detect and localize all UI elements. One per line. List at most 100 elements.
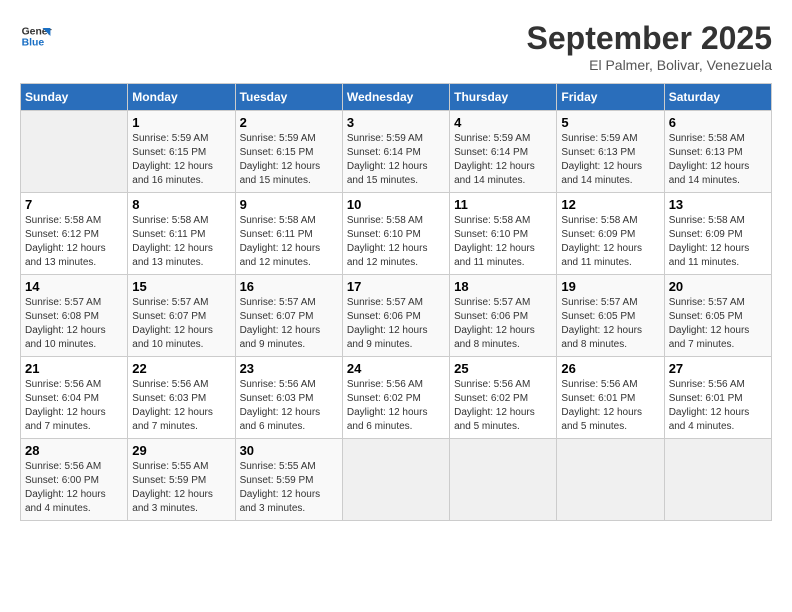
day-info: Sunrise: 5:56 AM Sunset: 6:00 PM Dayligh… <box>25 460 123 516</box>
day-number: 10 <box>347 197 445 212</box>
day-info: Sunrise: 5:58 AM Sunset: 6:10 PM Dayligh… <box>347 214 445 270</box>
day-info: Sunrise: 5:56 AM Sunset: 6:03 PM Dayligh… <box>132 378 230 434</box>
day-info: Sunrise: 5:57 AM Sunset: 6:05 PM Dayligh… <box>669 296 767 352</box>
location-subtitle: El Palmer, Bolivar, Venezuela <box>527 57 772 73</box>
day-info: Sunrise: 5:57 AM Sunset: 6:07 PM Dayligh… <box>132 296 230 352</box>
day-number: 7 <box>25 197 123 212</box>
day-info: Sunrise: 5:58 AM Sunset: 6:10 PM Dayligh… <box>454 214 552 270</box>
day-info: Sunrise: 5:59 AM Sunset: 6:15 PM Dayligh… <box>132 132 230 188</box>
day-info: Sunrise: 5:56 AM Sunset: 6:02 PM Dayligh… <box>454 378 552 434</box>
calendar-cell: 4 Sunrise: 5:59 AM Sunset: 6:14 PM Daylig… <box>450 111 557 193</box>
logo-icon: General Blue <box>20 20 52 52</box>
day-info: Sunrise: 5:59 AM Sunset: 6:15 PM Dayligh… <box>240 132 338 188</box>
calendar-cell: 1 Sunrise: 5:59 AM Sunset: 6:15 PM Daylig… <box>128 111 235 193</box>
day-number: 3 <box>347 115 445 130</box>
calendar-cell: 29Sunrise: 5:55 AM Sunset: 5:59 PM Dayli… <box>128 439 235 521</box>
calendar-cell: 13 Sunrise: 5:58 AM Sunset: 6:09 PM Dayli… <box>664 193 771 275</box>
day-info: Sunrise: 5:56 AM Sunset: 6:03 PM Dayligh… <box>240 378 338 434</box>
day-number: 8 <box>132 197 230 212</box>
day-info: Sunrise: 5:58 AM Sunset: 6:13 PM Dayligh… <box>669 132 767 188</box>
calendar-cell: 18Sunrise: 5:57 AM Sunset: 6:06 PM Dayli… <box>450 275 557 357</box>
day-number: 15 <box>132 279 230 294</box>
day-number: 11 <box>454 197 552 212</box>
day-info: Sunrise: 5:57 AM Sunset: 6:05 PM Dayligh… <box>561 296 659 352</box>
header-thursday: Thursday <box>450 84 557 111</box>
calendar-cell: 2 Sunrise: 5:59 AM Sunset: 6:15 PM Daylig… <box>235 111 342 193</box>
day-info: Sunrise: 5:57 AM Sunset: 6:06 PM Dayligh… <box>347 296 445 352</box>
calendar-cell: 27 Sunrise: 5:56 AM Sunset: 6:01 PM Dayli… <box>664 357 771 439</box>
day-number: 13 <box>669 197 767 212</box>
calendar-cell: 5 Sunrise: 5:59 AM Sunset: 6:13 PM Daylig… <box>557 111 664 193</box>
day-number: 30 <box>240 443 338 458</box>
calendar-cell: 21 Sunrise: 5:56 AM Sunset: 6:04 PM Dayli… <box>21 357 128 439</box>
svg-text:Blue: Blue <box>22 38 45 49</box>
day-info: Sunrise: 5:58 AM Sunset: 6:09 PM Dayligh… <box>669 214 767 270</box>
calendar-cell: 6 Sunrise: 5:58 AM Sunset: 6:13 PM Daylig… <box>664 111 771 193</box>
title-section: September 2025 El Palmer, Bolivar, Venez… <box>527 20 772 73</box>
day-number: 14 <box>25 279 123 294</box>
day-number: 26 <box>561 361 659 376</box>
day-number: 21 <box>25 361 123 376</box>
day-number: 19 <box>561 279 659 294</box>
calendar-cell <box>557 439 664 521</box>
day-number: 24 <box>347 361 445 376</box>
day-number: 1 <box>132 115 230 130</box>
day-info: Sunrise: 5:59 AM Sunset: 6:13 PM Dayligh… <box>561 132 659 188</box>
calendar-cell <box>342 439 449 521</box>
week-row-0: 1 Sunrise: 5:59 AM Sunset: 6:15 PM Daylig… <box>21 111 772 193</box>
day-number: 16 <box>240 279 338 294</box>
calendar-cell: 23 Sunrise: 5:56 AM Sunset: 6:03 PM Dayli… <box>235 357 342 439</box>
day-number: 4 <box>454 115 552 130</box>
calendar-cell: 8 Sunrise: 5:58 AM Sunset: 6:11 PM Daylig… <box>128 193 235 275</box>
header-wednesday: Wednesday <box>342 84 449 111</box>
day-info: Sunrise: 5:58 AM Sunset: 6:11 PM Dayligh… <box>240 214 338 270</box>
header-tuesday: Tuesday <box>235 84 342 111</box>
calendar-cell: 7 Sunrise: 5:58 AM Sunset: 6:12 PM Daylig… <box>21 193 128 275</box>
header-saturday: Saturday <box>664 84 771 111</box>
day-number: 2 <box>240 115 338 130</box>
calendar-cell <box>21 111 128 193</box>
day-info: Sunrise: 5:57 AM Sunset: 6:07 PM Dayligh… <box>240 296 338 352</box>
calendar-cell <box>450 439 557 521</box>
day-number: 17 <box>347 279 445 294</box>
day-number: 22 <box>132 361 230 376</box>
day-info: Sunrise: 5:56 AM Sunset: 6:01 PM Dayligh… <box>669 378 767 434</box>
header-sunday: Sunday <box>21 84 128 111</box>
day-info: Sunrise: 5:56 AM Sunset: 6:04 PM Dayligh… <box>25 378 123 434</box>
day-info: Sunrise: 5:55 AM Sunset: 5:59 PM Dayligh… <box>240 460 338 516</box>
calendar-cell: 11 Sunrise: 5:58 AM Sunset: 6:10 PM Dayli… <box>450 193 557 275</box>
calendar-body: 1 Sunrise: 5:59 AM Sunset: 6:15 PM Daylig… <box>21 111 772 521</box>
calendar-cell: 19 Sunrise: 5:57 AM Sunset: 6:05 PM Dayli… <box>557 275 664 357</box>
day-number: 12 <box>561 197 659 212</box>
calendar-cell: 16 Sunrise: 5:57 AM Sunset: 6:07 PM Dayli… <box>235 275 342 357</box>
month-title: September 2025 <box>527 20 772 57</box>
day-number: 25 <box>454 361 552 376</box>
calendar-cell: 15 Sunrise: 5:57 AM Sunset: 6:07 PM Dayli… <box>128 275 235 357</box>
calendar-cell: 20 Sunrise: 5:57 AM Sunset: 6:05 PM Dayli… <box>664 275 771 357</box>
day-number: 20 <box>669 279 767 294</box>
day-info: Sunrise: 5:59 AM Sunset: 6:14 PM Dayligh… <box>454 132 552 188</box>
week-row-2: 14 Sunrise: 5:57 AM Sunset: 6:08 PM Dayli… <box>21 275 772 357</box>
header-monday: Monday <box>128 84 235 111</box>
calendar-header-row: SundayMondayTuesdayWednesdayThursdayFrid… <box>21 84 772 111</box>
calendar-cell: 17 Sunrise: 5:57 AM Sunset: 6:06 PM Dayli… <box>342 275 449 357</box>
calendar-cell: 12Sunrise: 5:58 AM Sunset: 6:09 PM Dayli… <box>557 193 664 275</box>
day-number: 28 <box>25 443 123 458</box>
day-info: Sunrise: 5:57 AM Sunset: 6:06 PM Dayligh… <box>454 296 552 352</box>
calendar-cell: 22 Sunrise: 5:56 AM Sunset: 6:03 PM Dayli… <box>128 357 235 439</box>
day-info: Sunrise: 5:55 AM Sunset: 5:59 PM Dayligh… <box>132 460 230 516</box>
week-row-1: 7 Sunrise: 5:58 AM Sunset: 6:12 PM Daylig… <box>21 193 772 275</box>
day-info: Sunrise: 5:58 AM Sunset: 6:12 PM Dayligh… <box>25 214 123 270</box>
calendar-table: SundayMondayTuesdayWednesdayThursdayFrid… <box>20 83 772 521</box>
week-row-3: 21 Sunrise: 5:56 AM Sunset: 6:04 PM Dayli… <box>21 357 772 439</box>
calendar-cell: 10 Sunrise: 5:58 AM Sunset: 6:10 PM Dayli… <box>342 193 449 275</box>
day-info: Sunrise: 5:57 AM Sunset: 6:08 PM Dayligh… <box>25 296 123 352</box>
day-number: 23 <box>240 361 338 376</box>
day-number: 6 <box>669 115 767 130</box>
day-number: 27 <box>669 361 767 376</box>
calendar-cell: 24Sunrise: 5:56 AM Sunset: 6:02 PM Dayli… <box>342 357 449 439</box>
day-info: Sunrise: 5:58 AM Sunset: 6:11 PM Dayligh… <box>132 214 230 270</box>
page-header: General Blue September 2025 El Palmer, B… <box>20 20 772 73</box>
day-info: Sunrise: 5:59 AM Sunset: 6:14 PM Dayligh… <box>347 132 445 188</box>
day-number: 5 <box>561 115 659 130</box>
